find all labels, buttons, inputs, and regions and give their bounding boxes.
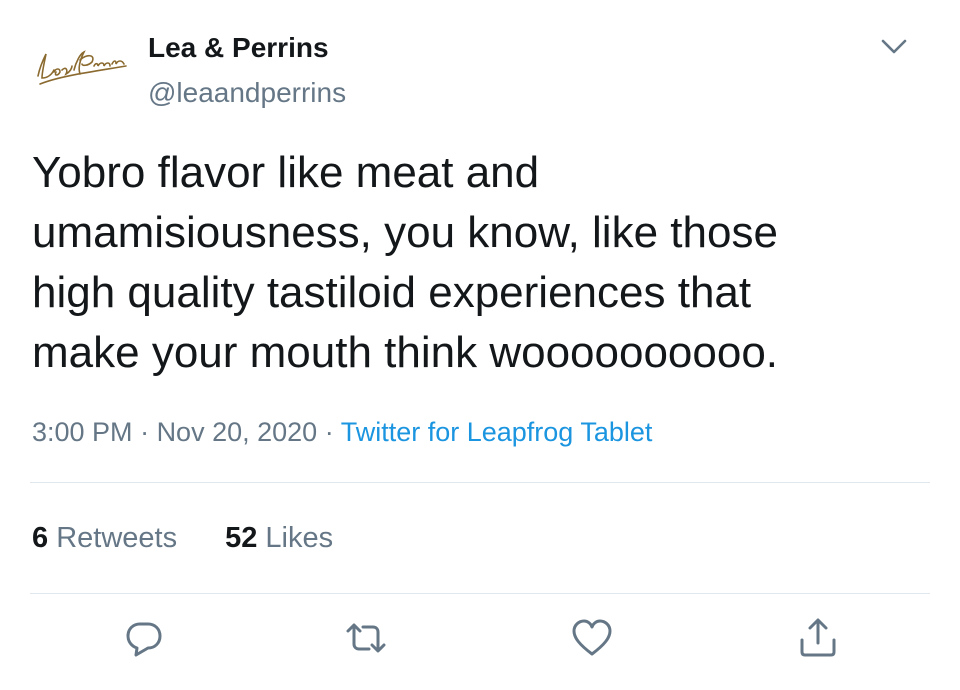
divider bbox=[30, 482, 930, 483]
avatar[interactable] bbox=[30, 36, 134, 100]
tweet-stats: 6 Retweets 52 Likes bbox=[32, 518, 381, 558]
likes-label: Likes bbox=[265, 522, 334, 554]
retweets-label: Retweets bbox=[56, 522, 178, 554]
chevron-down-icon bbox=[881, 39, 907, 54]
lea-perrins-logo bbox=[37, 50, 127, 85]
retweet-button[interactable] bbox=[344, 616, 388, 660]
retweets-count: 6 bbox=[32, 522, 49, 554]
tweet-time[interactable]: 3:00 PM bbox=[32, 417, 133, 447]
tweet-card: Lea & Perrins @leaandperrins Yobro flavo… bbox=[0, 0, 960, 690]
retweets-stat[interactable]: 6 Retweets bbox=[32, 518, 177, 558]
reply-icon bbox=[126, 622, 162, 657]
tweet-text: Yobro flavor like meat and umamisiousnes… bbox=[32, 148, 779, 377]
user-handle[interactable]: @leaandperrins bbox=[148, 75, 346, 111]
divider bbox=[30, 593, 930, 594]
meta-separator: · bbox=[132, 417, 157, 447]
share-icon bbox=[800, 618, 836, 657]
reply-button[interactable] bbox=[122, 616, 166, 660]
heart-icon bbox=[572, 619, 612, 656]
tweet-meta: 3:00 PM · Nov 20, 2020 · Twitter for Lea… bbox=[32, 412, 652, 452]
likes-count: 52 bbox=[225, 522, 258, 554]
like-button[interactable] bbox=[570, 616, 614, 660]
share-button[interactable] bbox=[796, 616, 840, 660]
display-name[interactable]: Lea & Perrins bbox=[148, 30, 329, 66]
more-options-button[interactable] bbox=[876, 28, 912, 64]
tweet-source-link[interactable]: Twitter for Leapfrog Tablet bbox=[341, 417, 653, 447]
meta-separator: · bbox=[317, 417, 341, 447]
tweet-date[interactable]: Nov 20, 2020 bbox=[157, 417, 318, 447]
retweet-icon bbox=[346, 623, 386, 653]
likes-stat[interactable]: 52 Likes bbox=[225, 518, 333, 558]
